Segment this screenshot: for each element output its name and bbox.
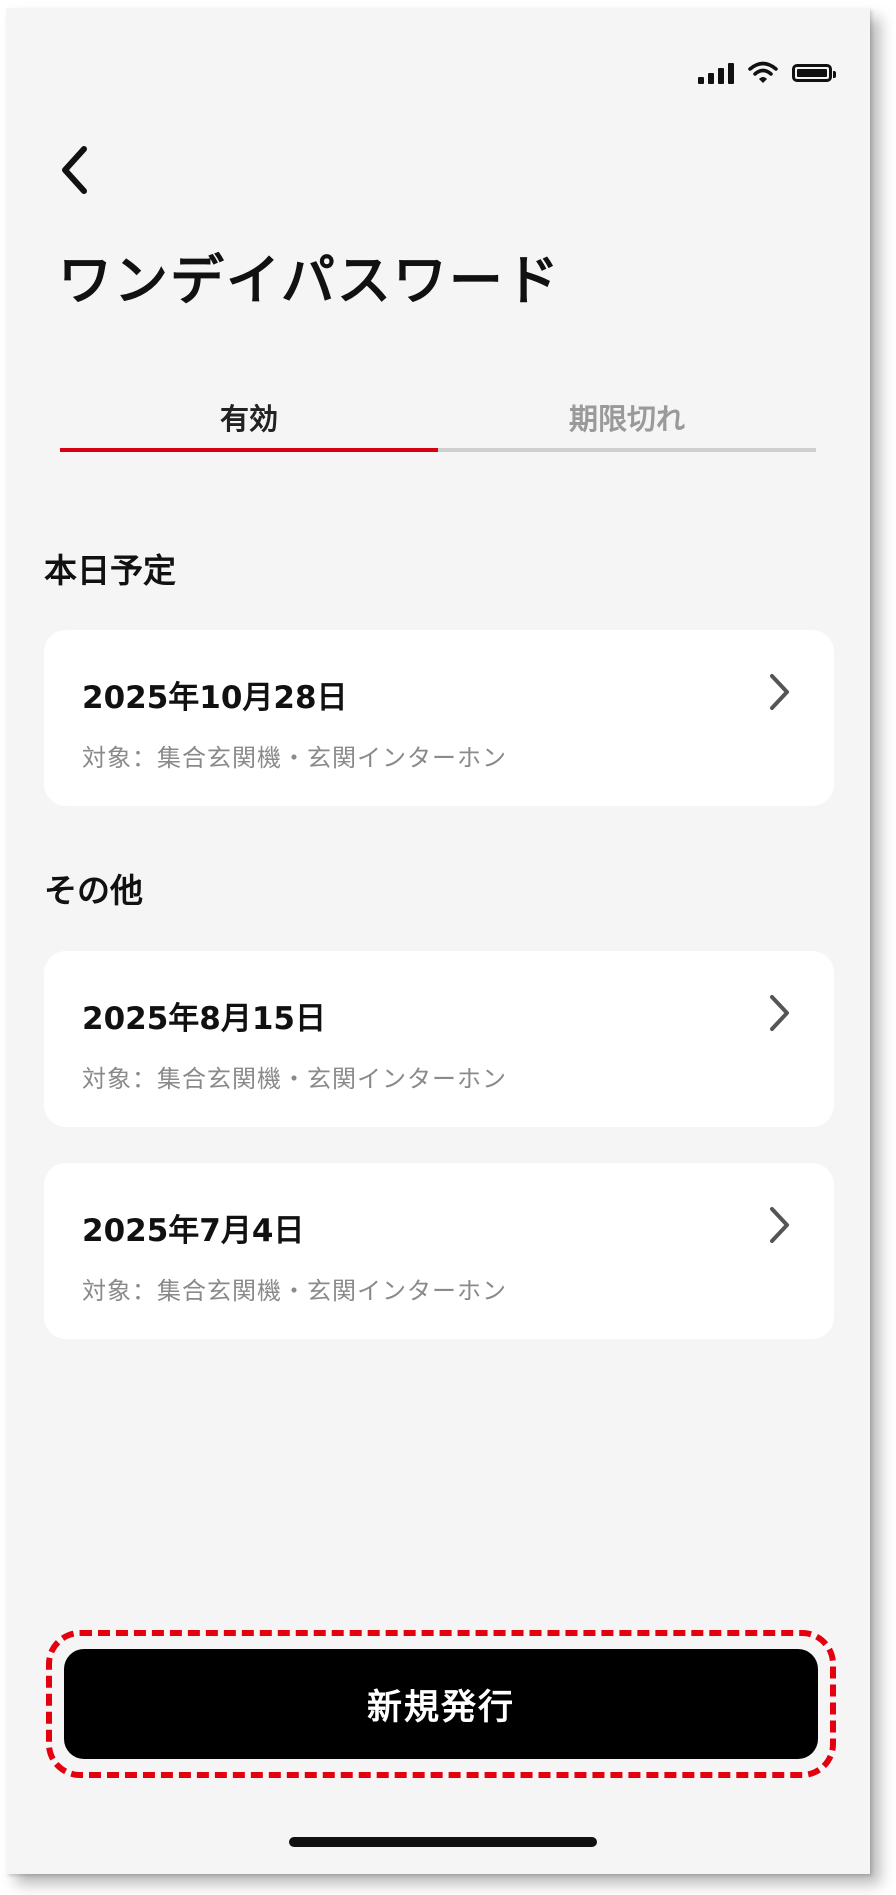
home-indicator [289,1837,597,1847]
card-target: 対象：集合玄関機・玄関インターホン [82,1065,507,1093]
battery-icon [792,64,836,82]
status-bar [698,58,836,88]
chevron-right-icon [770,674,789,710]
page-title: ワンデイパスワード [58,249,561,312]
card-target: 対象：集合玄関機・玄関インターホン [82,1277,507,1305]
chevron-right-icon [770,1207,789,1243]
back-button[interactable] [46,138,102,202]
card-date: 2025年8月15日 [82,1001,326,1037]
password-card[interactable]: 2025年10月28日 対象：集合玄関機・玄関インターホン [44,630,834,806]
section-heading-today: 本日予定 [44,551,176,590]
password-card[interactable]: 2025年8月15日 対象：集合玄関機・玄関インターホン [44,951,834,1127]
card-date: 2025年7月4日 [82,1213,305,1249]
chevron-right-icon [770,995,789,1031]
card-target: 対象：集合玄関機・玄関インターホン [82,744,507,772]
new-issue-button[interactable]: 新規発行 [64,1649,818,1759]
wifi-icon [748,61,778,83]
tab-bar: 有効 期限切れ [60,388,816,452]
password-card[interactable]: 2025年7月4日 対象：集合玄関機・玄関インターホン [44,1163,834,1339]
section-heading-other: その他 [44,871,143,910]
card-date: 2025年10月28日 [82,680,348,716]
tab-expired[interactable]: 期限切れ [438,388,816,452]
chevron-left-icon [62,146,87,194]
signal-icon [698,62,734,84]
phone-screen: ワンデイパスワード 有効 期限切れ 本日予定 2025年10月28日 対象：集合… [6,8,870,1874]
tab-active[interactable]: 有効 [60,388,438,452]
